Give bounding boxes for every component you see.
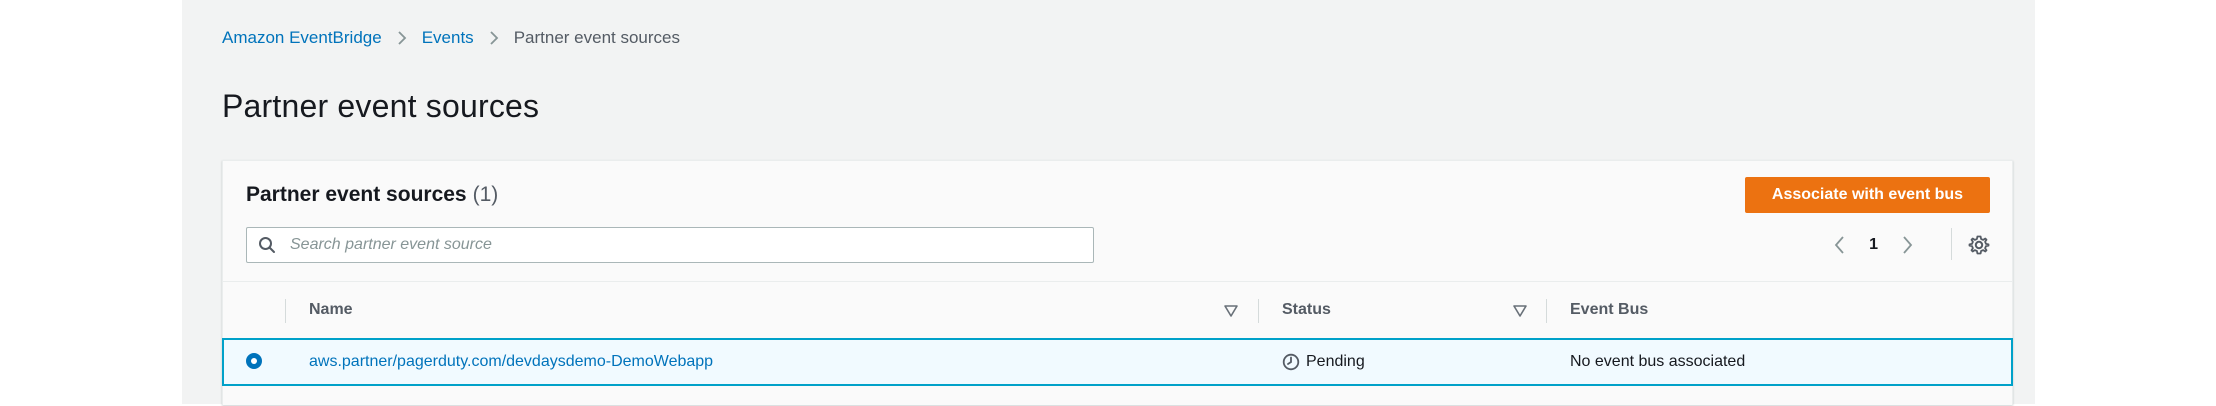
chevron-right-icon (488, 30, 500, 46)
event-bus-cell: No event bus associated (1570, 353, 1746, 370)
chevron-right-icon[interactable] (1894, 232, 1920, 258)
divider (1951, 228, 1952, 260)
status-text: Pending (1306, 353, 1365, 370)
pagination: 1 (1827, 231, 1920, 259)
breadcrumb-current: Partner event sources (513, 28, 680, 47)
page-title: Partner event sources (222, 88, 540, 124)
column-divider (1546, 299, 1547, 323)
breadcrumb-link-events[interactable]: Events (422, 28, 474, 48)
column-header-event-bus[interactable]: Event Bus (1570, 282, 1648, 338)
chevron-left-icon[interactable] (1827, 232, 1853, 258)
gear-icon[interactable] (1966, 232, 1992, 258)
search-field[interactable] (246, 227, 1094, 263)
panel-title-text: Partner event sources (246, 183, 467, 206)
column-header-name[interactable]: Name (309, 282, 353, 338)
row-select-radio[interactable] (246, 353, 262, 369)
page-number[interactable]: 1 (1869, 236, 1878, 254)
table-header: Name Status Event Bus (223, 281, 2012, 339)
column-divider (285, 299, 286, 323)
column-divider (1258, 299, 1259, 323)
partner-source-link[interactable]: aws.partner/pagerduty.com/devdaysdemo-De… (309, 353, 713, 371)
breadcrumb: Amazon EventBridge Events Partner event … (222, 26, 680, 50)
chevron-right-icon (396, 30, 408, 46)
table-row[interactable]: aws.partner/pagerduty.com/devdaysdemo-De… (222, 338, 2013, 386)
page-container: Amazon EventBridge Events Partner event … (182, 0, 2035, 405)
name-cell: aws.partner/pagerduty.com/devdaysdemo-De… (309, 340, 713, 384)
search-input[interactable] (288, 235, 1093, 255)
sort-down-icon[interactable] (1512, 303, 1528, 319)
partner-event-sources-panel: Partner event sources (1) Associate with … (222, 160, 2013, 405)
panel-title: Partner event sources (1) (246, 183, 498, 207)
status-cell: Pending (1282, 340, 1365, 384)
associate-with-event-bus-button[interactable]: Associate with event bus (1745, 177, 1990, 213)
panel-title-count: (1) (472, 183, 499, 206)
breadcrumb-link-eventbridge[interactable]: Amazon EventBridge (222, 28, 382, 48)
sort-down-icon[interactable] (1223, 303, 1239, 319)
column-header-status[interactable]: Status (1282, 282, 1331, 338)
clock-icon (1282, 353, 1300, 371)
search-icon (258, 236, 276, 254)
